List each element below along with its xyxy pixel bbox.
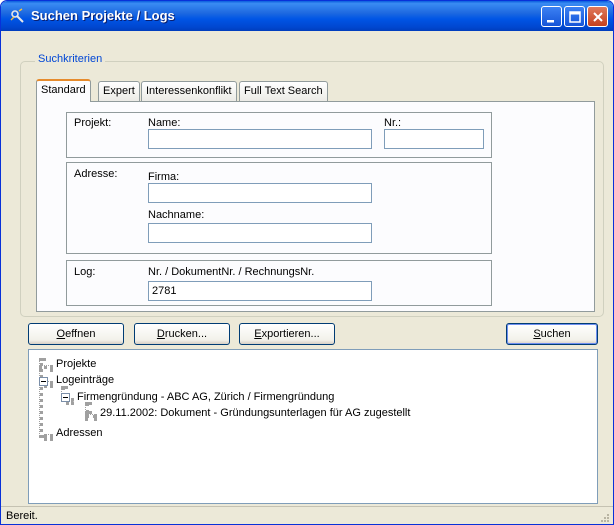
adresse-section: Adresse: Firma: Nachname: xyxy=(66,162,492,254)
tree-connector xyxy=(85,414,97,418)
tree-item-firmengruendung[interactable]: Firmengründung - ABC AG, Zürich / Firmen… xyxy=(77,391,334,403)
nachname-label: Nachname: xyxy=(148,209,205,221)
collapse-logeintraege-icon[interactable] xyxy=(39,377,48,386)
tab-interessenkonflikt[interactable]: Interessenkonflikt xyxy=(141,81,237,101)
resize-grip-icon[interactable] xyxy=(599,512,610,523)
maximize-button[interactable] xyxy=(564,6,585,27)
close-button[interactable] xyxy=(587,6,608,27)
tab-standard[interactable]: Standard xyxy=(36,79,91,102)
adresse-label: Adresse: xyxy=(74,168,118,180)
results-tree[interactable]: Projekte Logeinträge Firmengründung - AB… xyxy=(28,349,598,504)
tree-connector xyxy=(44,434,53,438)
nr-label: Nr.: xyxy=(384,117,402,129)
export-button[interactable]: Exportieren... xyxy=(239,323,335,345)
close-icon xyxy=(593,12,603,22)
tab-expert[interactable]: Expert xyxy=(98,81,140,101)
name-label: Name: xyxy=(148,117,181,129)
print-button[interactable]: Drucken... xyxy=(134,323,230,345)
projekt-section: Projekt: Name: Nr.: xyxy=(66,112,492,158)
firma-label: Firma: xyxy=(148,171,180,183)
projekt-label: Projekt: xyxy=(74,117,112,129)
nachname-field[interactable] xyxy=(148,223,372,243)
log-nr-label: Nr. / DokumentNr. / RechnungsNr. xyxy=(148,266,315,278)
search-criteria-legend: Suchkriterien xyxy=(35,53,106,65)
app-icon xyxy=(10,8,24,23)
tree-item-logeintraege[interactable]: Logeinträge xyxy=(56,374,114,386)
search-window: Suchen Projekte / Logs Suchkriterien Sta… xyxy=(0,0,614,525)
minimize-button[interactable] xyxy=(541,6,562,27)
log-section: Log: Nr. / DokumentNr. / RechnungsNr. xyxy=(66,260,492,306)
tree-connector xyxy=(39,365,53,369)
nr-field[interactable] xyxy=(384,129,484,149)
tree-item-adressen[interactable]: Adressen xyxy=(56,427,102,439)
search-button[interactable]: Suchen xyxy=(506,323,598,345)
tab-panel-standard: Projekt: Name: Nr.: Adresse: Firma: Nach… xyxy=(36,101,595,312)
name-field[interactable] xyxy=(148,129,372,149)
open-button[interactable]: Oeffnen xyxy=(28,323,124,345)
title-bar[interactable]: Suchen Projekte / Logs xyxy=(1,1,613,31)
tab-full-text-search[interactable]: Full Text Search xyxy=(239,81,328,101)
tree-root-line xyxy=(39,358,43,438)
status-text: Bereit. xyxy=(6,510,38,522)
status-bar: Bereit. xyxy=(1,506,613,524)
tree-item-dokument[interactable]: 29.11.2002: Dokument - Gründungsunterlag… xyxy=(100,407,410,419)
firma-field[interactable] xyxy=(148,183,372,203)
maximize-icon xyxy=(569,11,581,23)
tree-item-projekte[interactable]: Projekte xyxy=(56,358,96,370)
log-nr-field[interactable] xyxy=(148,281,372,301)
minimize-icon xyxy=(547,20,554,23)
window-title: Suchen Projekte / Logs xyxy=(31,8,175,23)
tree-child-line xyxy=(85,402,89,414)
log-label: Log: xyxy=(74,266,96,278)
collapse-firmengruendung-icon[interactable] xyxy=(61,393,70,402)
